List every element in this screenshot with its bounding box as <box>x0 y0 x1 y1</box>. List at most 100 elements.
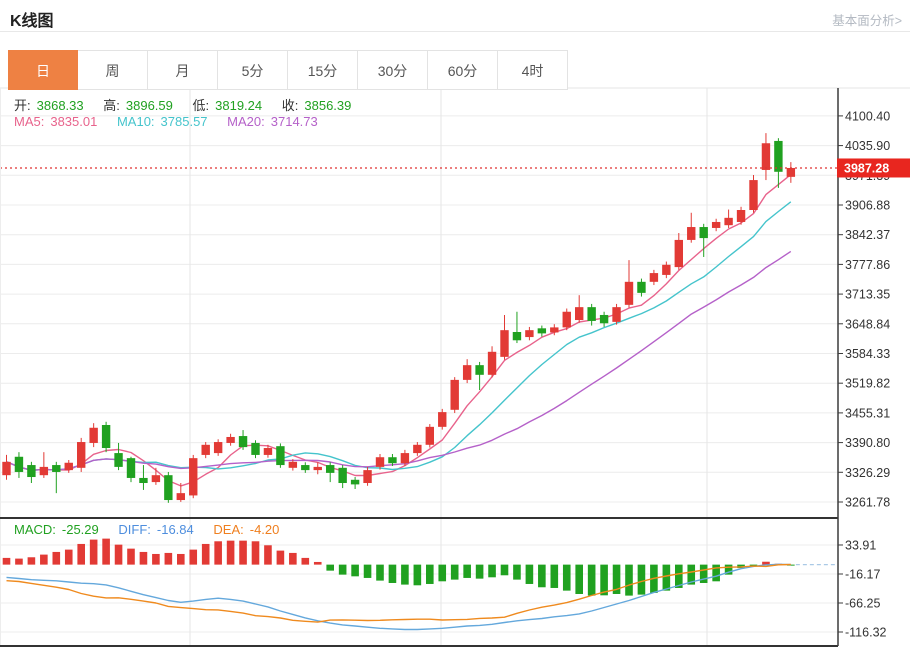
candle[interactable] <box>301 465 310 471</box>
candle[interactable] <box>363 470 372 484</box>
macd-hist-bar[interactable] <box>475 564 484 579</box>
macd-hist-bar[interactable] <box>177 553 185 565</box>
macd-hist-bar[interactable] <box>401 564 409 585</box>
macd-hist-bar[interactable] <box>438 564 447 582</box>
candle[interactable] <box>101 425 111 449</box>
candle[interactable] <box>350 479 360 485</box>
macd-hist-bar[interactable] <box>313 561 322 565</box>
candle[interactable] <box>251 442 260 455</box>
macd-hist-bar[interactable] <box>301 557 310 565</box>
candle[interactable] <box>39 466 49 476</box>
macd-hist-bar[interactable] <box>450 564 459 580</box>
fundamental-analysis-link[interactable]: 基本面分析> <box>832 10 902 29</box>
candle[interactable] <box>388 457 397 464</box>
candle[interactable] <box>487 351 497 375</box>
candle[interactable] <box>164 475 173 501</box>
macd-hist-bar[interactable] <box>127 548 135 565</box>
candle[interactable] <box>674 239 683 268</box>
macd-hist-bar[interactable] <box>15 558 23 565</box>
candle[interactable] <box>375 457 385 467</box>
macd-hist-bar[interactable] <box>413 564 422 586</box>
tab-15min[interactable]: 15分 <box>288 50 358 90</box>
macd-hist-bar[interactable] <box>426 564 434 584</box>
macd-hist-bar[interactable] <box>89 539 98 565</box>
candle[interactable] <box>263 448 273 455</box>
tab-5min[interactable]: 5分 <box>218 50 288 90</box>
candle[interactable] <box>537 328 547 334</box>
candle[interactable] <box>413 444 422 454</box>
macd-hist-bar[interactable] <box>77 543 85 565</box>
macd-hist-bar[interactable] <box>239 540 247 565</box>
macd-hist-bar[interactable] <box>264 545 272 565</box>
candle[interactable] <box>326 465 335 473</box>
macd-hist-bar[interactable] <box>2 557 11 565</box>
candle[interactable] <box>126 458 136 478</box>
macd-hist-bar[interactable] <box>525 564 534 584</box>
candle[interactable] <box>77 442 86 468</box>
tab-30min[interactable]: 30分 <box>358 50 428 90</box>
candle[interactable] <box>313 466 322 471</box>
macd-hist-bar[interactable] <box>164 552 173 565</box>
macd-hist-bar[interactable] <box>538 564 546 588</box>
candle[interactable] <box>189 458 198 496</box>
macd-hist-bar[interactable] <box>575 564 583 594</box>
macd-hist-bar[interactable] <box>351 564 359 577</box>
candle[interactable] <box>462 365 472 380</box>
candle[interactable] <box>114 453 123 467</box>
candle[interactable] <box>649 273 659 282</box>
candle[interactable] <box>761 143 771 170</box>
candle[interactable] <box>550 327 559 333</box>
candle[interactable] <box>151 475 161 483</box>
tab-month[interactable]: 月 <box>148 50 218 90</box>
candle[interactable] <box>687 227 696 240</box>
macd-hist-bar[interactable] <box>500 564 509 576</box>
macd-hist-bar[interactable] <box>27 557 36 565</box>
candle[interactable] <box>139 477 148 484</box>
macd-hist-bar[interactable] <box>226 540 235 565</box>
candle[interactable] <box>599 314 609 324</box>
macd-hist-bar[interactable] <box>587 564 596 596</box>
candle[interactable] <box>475 365 484 375</box>
macd-hist-bar[interactable] <box>513 564 521 580</box>
tab-4hour[interactable]: 4时 <box>498 50 568 90</box>
candle[interactable] <box>27 465 36 478</box>
candle[interactable] <box>450 379 459 410</box>
candle[interactable] <box>213 442 223 454</box>
macd-hist-bar[interactable] <box>550 564 559 588</box>
candle[interactable] <box>525 330 534 338</box>
candle[interactable] <box>288 461 298 468</box>
candle[interactable] <box>276 446 285 466</box>
macd-hist-bar[interactable] <box>463 564 471 578</box>
macd-hist-bar[interactable] <box>189 549 198 565</box>
tab-60min[interactable]: 60分 <box>428 50 498 90</box>
macd-hist-bar[interactable] <box>139 551 148 565</box>
macd-hist-bar[interactable] <box>376 564 384 581</box>
macd-hist-bar[interactable] <box>276 550 285 565</box>
candle[interactable] <box>52 465 61 472</box>
macd-hist-bar[interactable] <box>488 564 496 578</box>
macd-hist-bar[interactable] <box>114 544 123 565</box>
candle[interactable] <box>562 311 571 328</box>
macd-hist-bar[interactable] <box>214 541 222 565</box>
macd-hist-bar[interactable] <box>625 564 633 596</box>
tab-day[interactable]: 日 <box>8 50 78 90</box>
macd-hist-bar[interactable] <box>562 564 571 591</box>
macd-hist-bar[interactable] <box>363 564 372 578</box>
candle[interactable] <box>736 210 746 222</box>
macd-hist-bar[interactable] <box>102 538 110 565</box>
candle[interactable] <box>637 281 646 293</box>
macd-hist-bar[interactable] <box>289 552 297 565</box>
macd-hist-bar[interactable] <box>326 564 334 571</box>
candle[interactable] <box>89 427 98 443</box>
candle[interactable] <box>176 493 185 501</box>
candle[interactable] <box>575 307 584 321</box>
candle[interactable] <box>624 281 634 305</box>
candle[interactable] <box>512 332 522 341</box>
candle[interactable] <box>724 217 733 226</box>
candle[interactable] <box>786 167 796 177</box>
candle[interactable] <box>711 221 721 228</box>
candle[interactable] <box>64 462 73 471</box>
candle[interactable] <box>2 461 11 476</box>
candle[interactable] <box>14 456 24 472</box>
macd-hist-bar[interactable] <box>152 553 160 565</box>
